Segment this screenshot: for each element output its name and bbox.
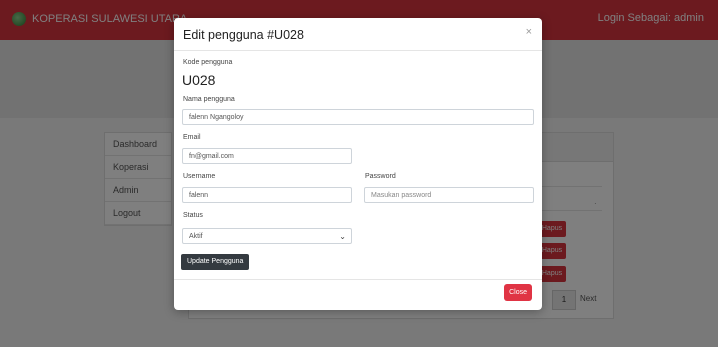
email-field[interactable]: fn@gmail.com [182, 148, 352, 164]
nama-field[interactable]: falenn Ngangoloy [182, 109, 534, 125]
kode-value: U028 [182, 72, 216, 88]
update-user-button[interactable]: Update Pengguna [181, 254, 250, 270]
password-field[interactable]: Masukan password [364, 187, 534, 203]
password-label: Password [365, 173, 396, 180]
nama-label: Nama pengguna [183, 96, 235, 103]
email-label: Email [183, 134, 201, 141]
username-field[interactable]: falenn [182, 187, 352, 203]
close-icon[interactable]: × [526, 26, 532, 38]
modal-footer-divider [174, 279, 542, 280]
chevron-down-icon: ⌄ [339, 232, 346, 241]
status-label: Status [183, 212, 203, 219]
status-value: Aktif [189, 233, 203, 240]
kode-label: Kode pengguna [183, 59, 233, 66]
username-label: Username [183, 173, 216, 180]
modal-title: Edit pengguna #U028 [183, 28, 304, 42]
close-button[interactable]: Close [504, 284, 532, 301]
modal-header: Edit pengguna #U028 × [174, 18, 542, 51]
status-select[interactable]: Aktif ⌄ [182, 228, 352, 244]
edit-user-modal: Edit pengguna #U028 × Kode pengguna U028… [174, 18, 542, 310]
